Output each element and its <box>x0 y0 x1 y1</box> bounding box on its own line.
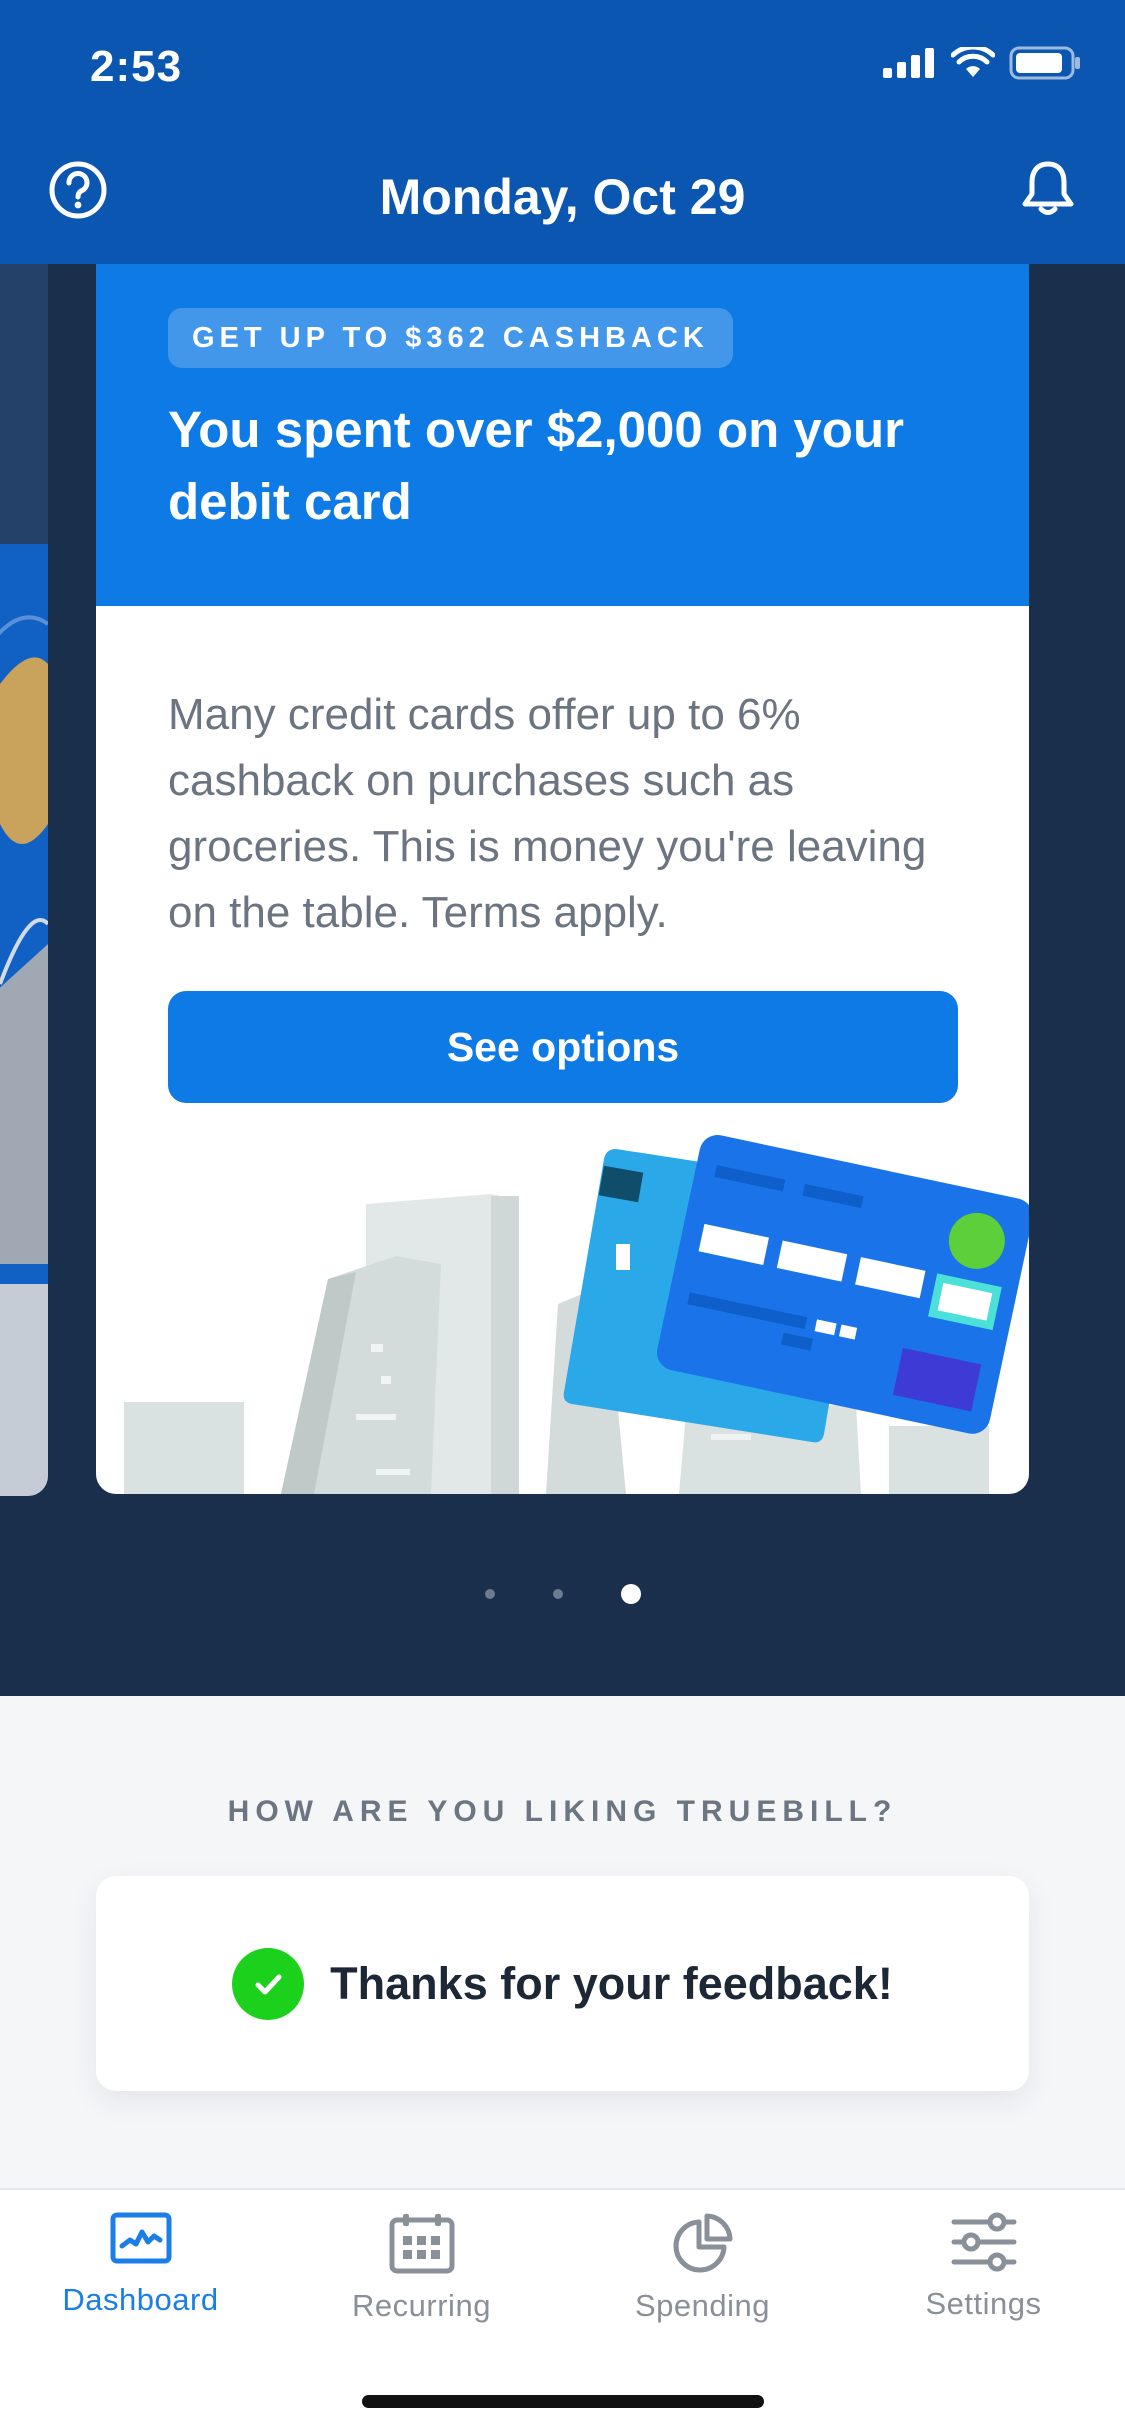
previous-card-peek[interactable] <box>0 264 48 1496</box>
pagination-dot[interactable] <box>552 1589 563 1599</box>
feedback-heading: HOW ARE YOU LIKING TRUEBILL? <box>227 1795 898 1828</box>
see-options-button[interactable]: See options <box>168 991 958 1103</box>
battery-icon <box>1009 46 1080 80</box>
city-credit-card-illustration <box>124 1135 1029 1494</box>
offer-card[interactable]: GET UP TO $362 CASHBACK You spent over $… <box>96 264 1029 1494</box>
wifi-icon <box>951 47 995 77</box>
calendar-icon <box>389 2214 454 2274</box>
tab-label: Recurring <box>352 2288 491 2323</box>
home-indicator[interactable] <box>362 2395 764 2408</box>
sliders-icon <box>951 2212 1016 2272</box>
feedback-card: Thanks for your feedback! <box>96 1876 1029 2091</box>
carousel-pagination[interactable] <box>0 1584 1125 1604</box>
tab-spending[interactable]: Spending <box>562 2212 843 2324</box>
check-circle-icon <box>232 1947 305 2020</box>
notifications-button[interactable] <box>1017 158 1079 220</box>
dashboard-icon <box>110 2212 171 2264</box>
status-icons <box>883 46 1081 80</box>
bell-icon <box>1022 161 1074 215</box>
feedback-message: Thanks for your feedback! <box>330 1957 893 2009</box>
pagination-dot-active[interactable] <box>620 1584 641 1604</box>
next-card-peek <box>1040 264 1125 1496</box>
status-time: 2:53 <box>90 42 183 91</box>
pie-chart-icon <box>673 2213 732 2273</box>
tab-recurring[interactable]: Recurring <box>281 2212 562 2324</box>
signal-icon <box>883 48 934 78</box>
offer-headline: You spent over $2,000 on your debit card <box>168 401 904 530</box>
page-title: Monday, Oct 29 <box>379 169 746 225</box>
tab-settings[interactable]: Settings <box>843 2212 1124 2322</box>
app-header: 2:53 Monday, Oct 29 <box>0 0 1125 264</box>
pagination-dot[interactable] <box>484 1589 495 1599</box>
offer-carousel[interactable]: GET UP TO $362 CASHBACK You spent over $… <box>0 264 1125 1696</box>
tab-dashboard[interactable]: Dashboard <box>0 2212 281 2318</box>
previous-card-illustration <box>0 544 48 1496</box>
tab-label: Spending <box>634 2288 770 2323</box>
tab-label: Dashboard <box>62 2282 219 2317</box>
offer-card-header: GET UP TO $362 CASHBACK You spent over $… <box>96 264 1029 606</box>
tab-label: Settings <box>925 2286 1042 2321</box>
cashback-badge: GET UP TO $362 CASHBACK <box>168 308 733 368</box>
offer-description: Many credit cards offer up to 6% cashbac… <box>168 690 927 937</box>
